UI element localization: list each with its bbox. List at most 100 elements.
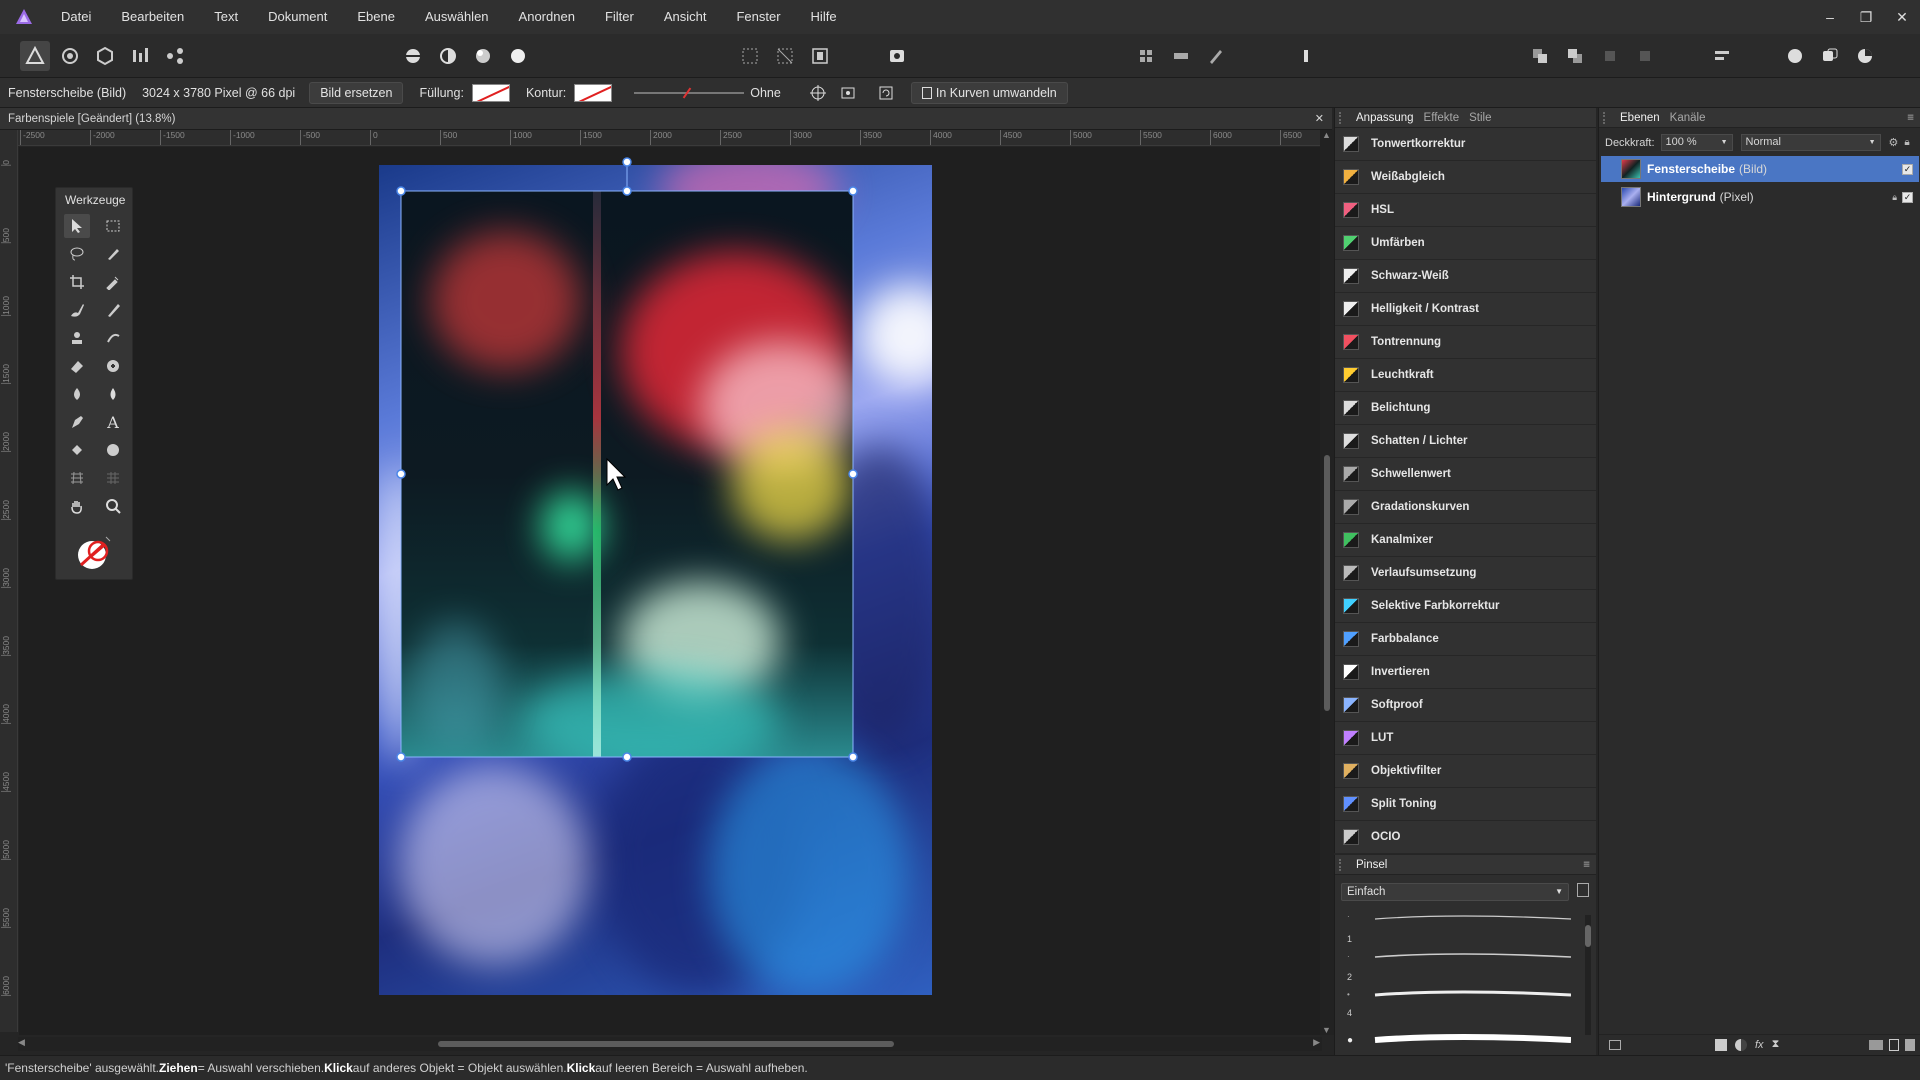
adjustment-item[interactable]: Objektivfilter: [1335, 755, 1596, 788]
adjustment-item[interactable]: LUT: [1335, 722, 1596, 755]
lock-icon[interactable]: 🔒︎: [1892, 192, 1897, 203]
menu-datei[interactable]: Datei: [46, 0, 106, 34]
layer-hintergrund[interactable]: Hintergrund (Pixel) 🔒︎ ✓: [1601, 184, 1919, 210]
hand-tool-icon[interactable]: [64, 494, 90, 518]
adjustment-item[interactable]: Tontrennung: [1335, 326, 1596, 359]
document-tab[interactable]: Farbenspiele [Geändert] (13.8%) ✕: [0, 108, 1332, 130]
selection-handles[interactable]: [396, 157, 858, 762]
adjustment-layer-icon[interactable]: [1735, 1038, 1747, 1051]
adjustment-item[interactable]: Helligkeit / Kontrast: [1335, 293, 1596, 326]
tone-mapping-persona-icon[interactable]: [125, 41, 155, 71]
clone-stamp-icon[interactable]: [64, 326, 90, 350]
brush-category-select[interactable]: Einfach ▼: [1341, 883, 1569, 901]
invert-selection-icon[interactable]: [770, 41, 800, 71]
color-picker-icon[interactable]: [100, 270, 126, 294]
menu-auswaehlen[interactable]: Auswählen: [410, 0, 504, 34]
delete-layer-icon[interactable]: [1905, 1038, 1916, 1051]
fx-icon[interactable]: fx: [1755, 1039, 1764, 1051]
text-tool-icon[interactable]: A: [100, 410, 126, 434]
adjustment-item[interactable]: Verlaufsumsetzung: [1335, 557, 1596, 590]
brush-strokes-preview[interactable]: · 1 · 2 • 4: [1345, 911, 1571, 1021]
adjustment-item[interactable]: HSL: [1335, 194, 1596, 227]
panel-menu-icon[interactable]: ≡: [1907, 112, 1914, 124]
menu-dokument[interactable]: Dokument: [253, 0, 342, 34]
blur-tool-icon[interactable]: [100, 382, 126, 406]
adjustment-item[interactable]: Schwarz-Weiß: [1335, 260, 1596, 293]
layer-settings-icon[interactable]: [1609, 1039, 1621, 1050]
marquee-select-icon[interactable]: [735, 41, 765, 71]
info-icon[interactable]: [1291, 41, 1321, 71]
rotate-icon[interactable]: [873, 82, 899, 104]
menu-hilfe[interactable]: Hilfe: [796, 0, 852, 34]
arrange-back-icon[interactable]: [1560, 41, 1590, 71]
tab-stile[interactable]: Stile: [1464, 112, 1496, 124]
white-balance-icon[interactable]: [503, 41, 533, 71]
adjustment-item[interactable]: OCIO: [1335, 821, 1596, 854]
arrange-forward-icon[interactable]: [1525, 41, 1555, 71]
brightness-icon[interactable]: [398, 41, 428, 71]
add-pixel-layer-icon[interactable]: [1889, 1038, 1900, 1051]
adjustment-item[interactable]: Farbbalance: [1335, 623, 1596, 656]
adjustment-item[interactable]: Invertieren: [1335, 656, 1596, 689]
scroll-left-icon[interactable]: ◀: [18, 1037, 25, 1048]
brush-scrollbar[interactable]: [1585, 915, 1591, 1035]
slider-handle[interactable]: [682, 87, 692, 98]
crop-tool-icon[interactable]: [64, 270, 90, 294]
panel-grip-icon[interactable]: [1339, 858, 1347, 871]
panel-grip-icon[interactable]: [1339, 111, 1347, 124]
layer-visibility-checkbox[interactable]: ✓: [1902, 163, 1913, 175]
adjustment-item[interactable]: Selektive Farbkorrektur: [1335, 590, 1596, 623]
affinity-photo-logo[interactable]: [14, 7, 34, 27]
export-persona-icon[interactable]: [160, 41, 190, 71]
quick-mask-icon[interactable]: [882, 41, 912, 71]
fill-swatch[interactable]: [471, 83, 510, 102]
saturation-icon[interactable]: [468, 41, 498, 71]
pen-tool-icon[interactable]: [64, 410, 90, 434]
photo-persona-icon[interactable]: [20, 41, 50, 71]
transform-origin-icon[interactable]: [805, 82, 831, 104]
tab-pinsel[interactable]: Pinsel: [1351, 859, 1392, 871]
stroke-width-slider[interactable]: [634, 87, 745, 98]
distribute-icon[interactable]: [1707, 41, 1737, 71]
tab-ebenen[interactable]: Ebenen: [1615, 112, 1665, 124]
eraser-tool-icon[interactable]: [64, 354, 90, 378]
layer-visibility-checkbox[interactable]: ✓: [1902, 191, 1913, 203]
horizontal-scrollbar[interactable]: ◀ ▶: [18, 1037, 1322, 1051]
pixel-brush-icon[interactable]: [100, 298, 126, 322]
undo-brush-icon[interactable]: [100, 326, 126, 350]
menu-bearbeiten[interactable]: Bearbeiten: [106, 0, 199, 34]
paint-brush-icon[interactable]: [64, 298, 90, 322]
align-icon[interactable]: [1166, 41, 1196, 71]
scroll-right-icon[interactable]: ▶: [1313, 1037, 1320, 1048]
menu-ebene[interactable]: Ebene: [342, 0, 410, 34]
rectangular-marquee-icon[interactable]: [100, 214, 126, 238]
color-wheel-icon[interactable]: [1850, 41, 1880, 71]
adjustment-item[interactable]: Kanalmixer: [1335, 524, 1596, 557]
lock-icon[interactable]: 🔒︎: [1904, 137, 1909, 148]
adjustment-item[interactable]: Leuchtkraft: [1335, 359, 1596, 392]
develop-persona-icon[interactable]: [90, 41, 120, 71]
refine-selection-icon[interactable]: [805, 41, 835, 71]
shape-tool-icon[interactable]: [100, 438, 126, 462]
studio-link-icon[interactable]: [1815, 41, 1845, 71]
replace-image-button[interactable]: Bild ersetzen: [309, 81, 404, 104]
move-tool-icon[interactable]: [64, 214, 90, 238]
dodge-tool-icon[interactable]: [64, 382, 90, 406]
blend-mode-select[interactable]: Normal ▼: [1740, 134, 1881, 151]
tool-options-icon[interactable]: [1201, 41, 1231, 71]
adjustment-item[interactable]: Softproof: [1335, 689, 1596, 722]
horizontal-scroll-thumb[interactable]: [438, 1041, 894, 1047]
adjustment-item[interactable]: Umfärben: [1335, 227, 1596, 260]
brush-options-icon[interactable]: [1577, 883, 1589, 897]
snapping-icon[interactable]: [1131, 41, 1161, 71]
menu-fenster[interactable]: Fenster: [721, 0, 795, 34]
adjustment-item[interactable]: Schatten / Lichter: [1335, 425, 1596, 458]
layer-fensterscheibe[interactable]: Fensterscheibe (Bild) ✓: [1601, 156, 1919, 182]
adjustment-item[interactable]: Weißabgleich: [1335, 161, 1596, 194]
live-filter-icon[interactable]: ⧗: [1772, 1038, 1780, 1051]
fill-tool-icon[interactable]: [64, 438, 90, 462]
liquify-persona-icon[interactable]: [55, 41, 85, 71]
close-window-icon[interactable]: ✕: [1884, 0, 1920, 34]
lasso-tool-icon[interactable]: [64, 242, 90, 266]
assistant-icon[interactable]: [1780, 41, 1810, 71]
